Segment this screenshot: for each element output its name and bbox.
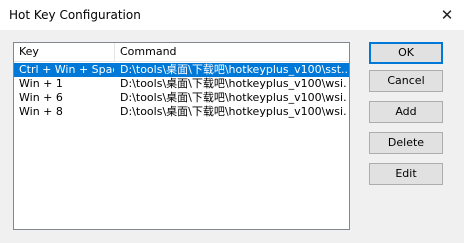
column-header-command[interactable]: Command [115,43,349,61]
edit-button[interactable]: Edit [369,163,443,185]
add-button[interactable]: Add [369,101,443,123]
list-row[interactable]: Win + 6 D:\tools\桌面\下载吧\hotkeyplus_v100\… [14,91,349,105]
list-row[interactable]: Ctrl + Win + Space D:\tools\桌面\下载吧\hotke… [14,63,349,77]
cancel-button[interactable]: Cancel [369,70,443,92]
close-icon[interactable]: ✕ [438,6,456,24]
list-rows: Ctrl + Win + Space D:\tools\桌面\下载吧\hotke… [14,63,349,119]
delete-button[interactable]: Delete [369,132,443,154]
list-row[interactable]: Win + 8 D:\tools\桌面\下载吧\hotkeyplus_v100\… [14,105,349,119]
list-header: Key Command [14,43,349,62]
list-row[interactable]: Win + 1 D:\tools\桌面\下载吧\hotkeyplus_v100\… [14,77,349,91]
hotkey-list[interactable]: Key Command Ctrl + Win + Space D:\tools\… [13,42,350,230]
row-key: Win + 8 [19,105,63,118]
window-title: Hot Key Configuration [9,8,141,22]
row-key: Ctrl + Win + Space [19,63,114,76]
row-command: D:\tools\桌面\下载吧\hotkeyplus_v100\sst... [120,63,347,76]
row-command: D:\tools\桌面\下载吧\hotkeyplus_v100\wsi... [120,91,347,104]
row-key: Win + 6 [19,91,63,104]
hotkey-config-dialog: Hot Key Configuration ✕ Key Command Ctrl… [0,0,464,243]
column-header-key[interactable]: Key [14,43,115,61]
title-bar: Hot Key Configuration ✕ [0,0,464,30]
row-key: Win + 1 [19,77,63,90]
ok-button[interactable]: OK [369,42,443,64]
row-command: D:\tools\桌面\下载吧\hotkeyplus_v100\wsi... [120,105,347,118]
row-command: D:\tools\桌面\下载吧\hotkeyplus_v100\wsi... [120,77,347,90]
